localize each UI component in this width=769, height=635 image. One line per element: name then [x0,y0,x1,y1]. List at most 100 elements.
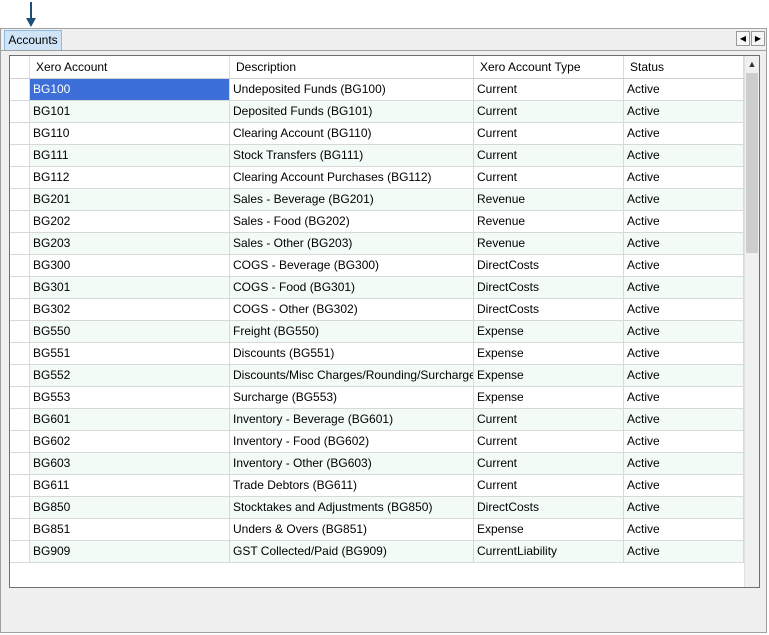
column-header-status[interactable]: Status [624,56,744,78]
table-row[interactable]: BG100 Undeposited Funds (BG100) Current Act… [10,79,744,101]
table-row[interactable]: BG550 Freight (BG550) Expense Active [10,321,744,343]
table-row[interactable]: BG552 Discounts/Misc Charges/Rounding/Sur… [10,365,744,387]
description-cell[interactable]: COGS - Food (BG301) [230,277,474,298]
status-cell[interactable]: Active [624,321,744,342]
row-header-corner[interactable] [10,56,30,78]
row-header[interactable] [10,321,30,342]
table-row[interactable]: BG101 Deposited Funds (BG101) Current Activ… [10,101,744,123]
description-cell[interactable]: Sales - Food (BG202) [230,211,474,232]
table-row[interactable]: BG201 Sales - Beverage (BG201) Revenue Acti… [10,189,744,211]
description-cell[interactable]: Deposited Funds (BG101) [230,101,474,122]
table-row[interactable]: BG301 COGS - Food (BG301) DirectCosts Activ… [10,277,744,299]
description-cell[interactable]: Discounts (BG551) [230,343,474,364]
account-type-cell[interactable]: Current [474,101,624,122]
account-type-cell[interactable]: Current [474,453,624,474]
row-header[interactable] [10,277,30,298]
account-cell[interactable]: BG603 [30,453,230,474]
account-cell[interactable]: BG851 [30,519,230,540]
status-cell[interactable]: Active [624,365,744,386]
account-cell[interactable]: BG110 [30,123,230,144]
table-row[interactable]: BG203 Sales - Other (BG203) Revenue Active [10,233,744,255]
row-header[interactable] [10,541,30,562]
account-type-cell[interactable]: Expense [474,387,624,408]
account-type-cell[interactable]: Revenue [474,233,624,254]
description-cell[interactable]: Undeposited Funds (BG100) [230,79,474,100]
table-row[interactable]: BG603 Inventory - Other (BG603) Current Act… [10,453,744,475]
account-cell[interactable]: BG300 [30,255,230,276]
scroll-up-icon[interactable]: ▲ [745,56,759,72]
status-cell[interactable]: Active [624,453,744,474]
description-cell[interactable]: Inventory - Beverage (BG601) [230,409,474,430]
account-type-cell[interactable]: DirectCosts [474,255,624,276]
description-cell[interactable]: Unders & Overs (BG851) [230,519,474,540]
account-cell[interactable]: BG101 [30,101,230,122]
account-type-cell[interactable]: Expense [474,519,624,540]
table-row[interactable]: BG553 Surcharge (BG553) Expense Active [10,387,744,409]
scrollbar-thumb[interactable] [746,73,758,253]
table-row[interactable]: BG551 Discounts (BG551) Expense Active [10,343,744,365]
status-cell[interactable]: Active [624,387,744,408]
table-row[interactable]: BG851 Unders & Overs (BG851) Expense Active [10,519,744,541]
account-cell[interactable]: BG100 [30,79,230,100]
account-type-cell[interactable]: Revenue [474,211,624,232]
description-cell[interactable]: COGS - Other (BG302) [230,299,474,320]
status-cell[interactable]: Active [624,233,744,254]
account-cell[interactable]: BG552 [30,365,230,386]
account-cell[interactable]: BG203 [30,233,230,254]
description-cell[interactable]: GST Collected/Paid (BG909) [230,541,474,562]
account-type-cell[interactable]: Current [474,167,624,188]
tab-scroll-right-icon[interactable]: ▶ [751,31,765,46]
table-row[interactable]: BG602 Inventory - Food (BG602) Current Acti… [10,431,744,453]
row-header[interactable] [10,233,30,254]
description-cell[interactable]: Sales - Other (BG203) [230,233,474,254]
account-type-cell[interactable]: Current [474,79,624,100]
account-type-cell[interactable]: Current [474,123,624,144]
row-header[interactable] [10,211,30,232]
account-type-cell[interactable]: Revenue [474,189,624,210]
account-type-cell[interactable]: CurrentLiability [474,541,624,562]
column-header-xero-account-type[interactable]: Xero Account Type [474,56,624,78]
row-header[interactable] [10,365,30,386]
row-header[interactable] [10,519,30,540]
description-cell[interactable]: Discounts/Misc Charges/Rounding/Surcharg… [230,365,474,386]
row-header[interactable] [10,101,30,122]
account-cell[interactable]: BG112 [30,167,230,188]
description-cell[interactable]: Freight (BG550) [230,321,474,342]
account-cell[interactable]: BG909 [30,541,230,562]
description-cell[interactable]: Clearing Account (BG110) [230,123,474,144]
status-cell[interactable]: Active [624,101,744,122]
status-cell[interactable]: Active [624,431,744,452]
table-row[interactable]: BG111 Stock Transfers (BG111) Current Activ… [10,145,744,167]
description-cell[interactable]: COGS - Beverage (BG300) [230,255,474,276]
row-header[interactable] [10,123,30,144]
tab-accounts[interactable]: Accounts [4,30,62,50]
status-cell[interactable]: Active [624,541,744,562]
status-cell[interactable]: Active [624,189,744,210]
row-header[interactable] [10,475,30,496]
description-cell[interactable]: Clearing Account Purchases (BG112) [230,167,474,188]
row-header[interactable] [10,167,30,188]
account-type-cell[interactable]: DirectCosts [474,299,624,320]
table-row[interactable]: BG601 Inventory - Beverage (BG601) Current… [10,409,744,431]
account-cell[interactable]: BG602 [30,431,230,452]
account-cell[interactable]: BG302 [30,299,230,320]
table-row[interactable]: BG850 Stocktakes and Adjustments (BG850) D… [10,497,744,519]
account-type-cell[interactable]: Expense [474,365,624,386]
row-header[interactable] [10,145,30,166]
row-header[interactable] [10,409,30,430]
column-header-xero-account[interactable]: Xero Account [30,56,230,78]
description-cell[interactable]: Stock Transfers (BG111) [230,145,474,166]
table-row[interactable]: BG300 COGS - Beverage (BG300) DirectCosts A… [10,255,744,277]
account-cell[interactable]: BG550 [30,321,230,342]
table-row[interactable]: BG302 COGS - Other (BG302) DirectCosts Acti… [10,299,744,321]
column-header-description[interactable]: Description [230,56,474,78]
status-cell[interactable]: Active [624,255,744,276]
status-cell[interactable]: Active [624,409,744,430]
row-header[interactable] [10,189,30,210]
status-cell[interactable]: Active [624,343,744,364]
account-type-cell[interactable]: Current [474,409,624,430]
status-cell[interactable]: Active [624,145,744,166]
account-cell[interactable]: BG553 [30,387,230,408]
account-cell[interactable]: BG201 [30,189,230,210]
account-type-cell[interactable]: Current [474,475,624,496]
